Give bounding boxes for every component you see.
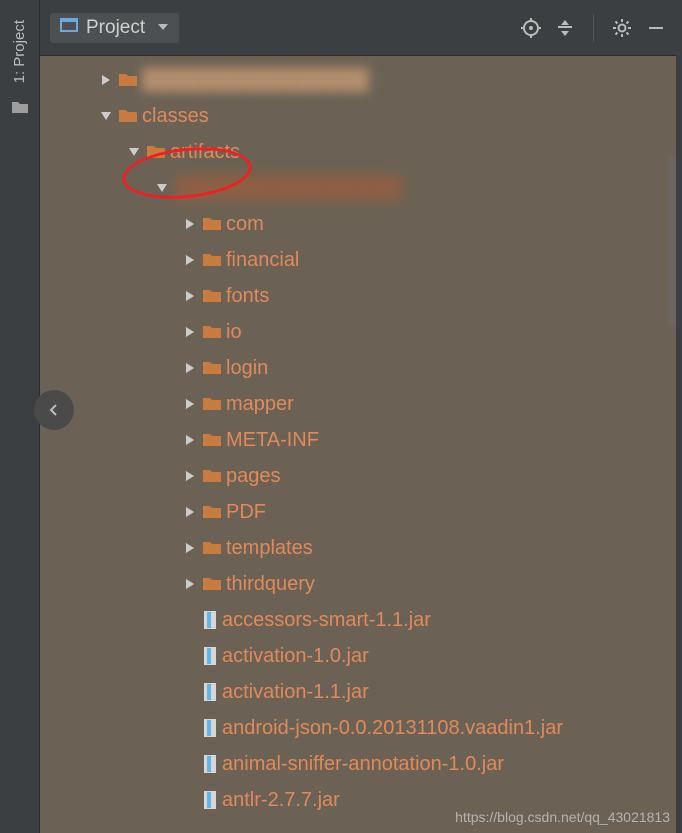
expand-arrow-icon[interactable] bbox=[180, 250, 200, 270]
project-view-label: Project bbox=[86, 17, 145, 39]
tree-label: com bbox=[226, 213, 264, 236]
jar-icon bbox=[202, 790, 218, 810]
tree-row-folder[interactable]: mapper bbox=[40, 386, 676, 422]
folder-icon bbox=[202, 468, 222, 484]
tree-label: accessors-smart-1.1.jar bbox=[222, 609, 431, 632]
tree-label: META-INF bbox=[226, 429, 319, 452]
tree-row-artifact[interactable]: ██████████████ bbox=[40, 170, 676, 206]
tree-label: antlr-2.7.7.jar bbox=[222, 789, 340, 812]
tree-row-folder[interactable]: PDF bbox=[40, 494, 676, 530]
collapse-arrow-icon[interactable] bbox=[96, 106, 116, 126]
tree-label: animal-sniffer-annotation-1.0.jar bbox=[222, 753, 504, 776]
tree-row-folder[interactable]: financial bbox=[40, 242, 676, 278]
collapse-arrow-icon[interactable] bbox=[124, 142, 144, 162]
tree-label: ██████████████ bbox=[176, 177, 402, 200]
tree-label: android-json-0.0.20131108.vaadin1.jar bbox=[222, 717, 563, 740]
expand-arrow-icon[interactable] bbox=[180, 538, 200, 558]
folder-icon bbox=[202, 540, 222, 556]
folder-icon bbox=[118, 72, 138, 88]
expand-arrow-icon[interactable] bbox=[180, 574, 200, 594]
folder-icon bbox=[202, 504, 222, 520]
sidebar: 1: Project bbox=[0, 0, 40, 833]
tree-label: pages bbox=[226, 465, 281, 488]
tree-label: ████████████████ bbox=[142, 69, 369, 92]
toolwindow-header: Project bbox=[40, 0, 682, 56]
tree-row-jar[interactable]: activation-1.1.jar bbox=[40, 674, 676, 710]
folder-icon bbox=[202, 360, 222, 376]
locate-icon[interactable] bbox=[521, 18, 541, 38]
jar-icon bbox=[202, 682, 218, 702]
tree-row-folder[interactable]: io bbox=[40, 314, 676, 350]
project-tree[interactable]: ████████████████ classes artifacts █████… bbox=[40, 56, 676, 833]
divider bbox=[593, 14, 594, 42]
project-view-selector[interactable]: Project bbox=[50, 13, 179, 43]
folder-icon bbox=[202, 288, 222, 304]
jar-icon bbox=[202, 718, 218, 738]
tree-row-folder[interactable]: META-INF bbox=[40, 422, 676, 458]
header-actions bbox=[521, 14, 666, 42]
tree-row-jar[interactable]: android-json-0.0.20131108.vaadin1.jar bbox=[40, 710, 676, 746]
tree-row-artifacts[interactable]: artifacts bbox=[40, 134, 676, 170]
tree-row-classes[interactable]: classes bbox=[40, 98, 676, 134]
tree-label: templates bbox=[226, 537, 313, 560]
tree-label: artifacts bbox=[170, 141, 240, 164]
watermark: https://blog.csdn.net/qq_43021813 bbox=[455, 809, 670, 825]
expand-arrow-icon[interactable] bbox=[180, 286, 200, 306]
collapse-arrow-icon[interactable] bbox=[152, 178, 172, 198]
chevron-down-icon bbox=[157, 17, 169, 39]
expand-arrow-icon[interactable] bbox=[180, 394, 200, 414]
minimize-icon[interactable] bbox=[646, 18, 666, 38]
tree-label: PDF bbox=[226, 501, 266, 524]
expand-arrow-icon[interactable] bbox=[180, 214, 200, 234]
folder-icon bbox=[202, 396, 222, 412]
tree-label: mapper bbox=[226, 393, 294, 416]
expand-arrow-icon[interactable] bbox=[180, 322, 200, 342]
expand-arrow-icon[interactable] bbox=[180, 358, 200, 378]
folder-icon bbox=[146, 144, 166, 160]
folder-icon bbox=[11, 99, 29, 120]
tree-row-jar[interactable]: accessors-smart-1.1.jar bbox=[40, 602, 676, 638]
tree-row-folder[interactable]: templates bbox=[40, 530, 676, 566]
folder-icon bbox=[202, 216, 222, 232]
tree-label: classes bbox=[142, 105, 209, 128]
tree-label: activation-1.0.jar bbox=[222, 645, 369, 668]
jar-icon bbox=[202, 646, 218, 666]
expand-arrow-icon[interactable] bbox=[180, 502, 200, 522]
tree-row-folder[interactable]: fonts bbox=[40, 278, 676, 314]
folder-icon bbox=[118, 108, 138, 124]
folder-icon bbox=[202, 432, 222, 448]
tree-label: activation-1.1.jar bbox=[222, 681, 369, 704]
folder-icon bbox=[202, 324, 222, 340]
tree-row-folder[interactable]: thirdquery bbox=[40, 566, 676, 602]
tree-label: thirdquery bbox=[226, 573, 315, 596]
expand-arrow-icon[interactable] bbox=[180, 466, 200, 486]
tree-row-jar[interactable]: animal-sniffer-annotation-1.0.jar bbox=[40, 746, 676, 782]
sidebar-tab-label: 1: Project bbox=[11, 20, 28, 83]
gear-icon[interactable] bbox=[612, 18, 632, 38]
tree-label: login bbox=[226, 357, 268, 380]
jar-icon bbox=[202, 754, 218, 774]
jar-icon bbox=[202, 610, 218, 630]
tree-label: fonts bbox=[226, 285, 269, 308]
project-tool-tab[interactable]: 1: Project bbox=[7, 10, 32, 93]
expand-arrow-icon[interactable] bbox=[180, 430, 200, 450]
tree-label: financial bbox=[226, 249, 299, 272]
tree-row-root[interactable]: ████████████████ bbox=[40, 62, 676, 98]
tree-row-jar[interactable]: activation-1.0.jar bbox=[40, 638, 676, 674]
project-view-icon bbox=[60, 17, 78, 39]
back-button[interactable] bbox=[34, 390, 74, 430]
tree-label: io bbox=[226, 321, 242, 344]
tree-row-folder[interactable]: com bbox=[40, 206, 676, 242]
folder-icon bbox=[202, 252, 222, 268]
folder-icon bbox=[202, 576, 222, 592]
scrollbar[interactable] bbox=[668, 156, 676, 326]
collapse-all-icon[interactable] bbox=[555, 18, 575, 38]
expand-arrow-icon[interactable] bbox=[96, 70, 116, 90]
tree-row-folder[interactable]: login bbox=[40, 350, 676, 386]
tree-row-folder[interactable]: pages bbox=[40, 458, 676, 494]
